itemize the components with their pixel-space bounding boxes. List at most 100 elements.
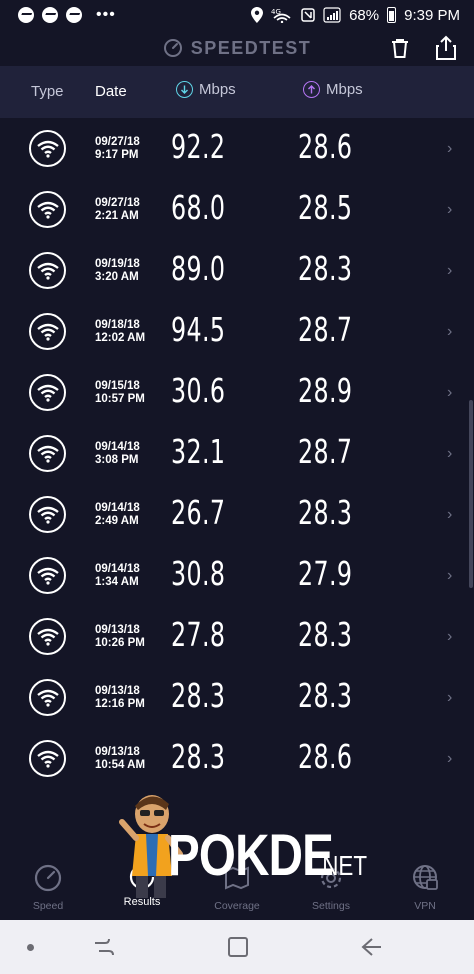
- back-arrow-icon[interactable]: [360, 935, 382, 959]
- upload-speed: 28.3: [298, 615, 353, 654]
- result-date: 09/15/18 10:57 PM: [95, 380, 145, 406]
- upload-speed: 28.3: [298, 249, 353, 288]
- nav-speed[interactable]: Speed: [1, 858, 95, 920]
- watermark-text: POKDE: [168, 823, 334, 888]
- download-speed: 89.0: [171, 249, 226, 288]
- result-date-day: 09/13/18: [95, 746, 140, 758]
- result-date-day: 09/19/18: [95, 258, 140, 270]
- chevron-right-icon: ›: [447, 201, 453, 218]
- signal-icon: [323, 7, 341, 23]
- battery-icon: [387, 7, 397, 23]
- result-row[interactable]: 09/27/18 2:21 AM 68.0 28.5 ›: [0, 179, 474, 240]
- download-speed: 28.3: [171, 737, 226, 776]
- share-button[interactable]: [434, 35, 458, 61]
- column-type[interactable]: Type: [31, 83, 64, 100]
- clock: 9:39 PM: [404, 6, 460, 24]
- chevron-right-icon: ›: [447, 384, 453, 401]
- download-speed: 26.7: [171, 493, 226, 532]
- download-speed: 92.2: [171, 127, 226, 166]
- download-speed: 30.6: [171, 371, 226, 410]
- wifi-icon: [29, 740, 66, 777]
- nfc-icon: [301, 8, 315, 22]
- wifi-icon: [29, 252, 66, 289]
- nav-vpn[interactable]: VPN: [378, 858, 472, 920]
- wifi-icon: [29, 191, 66, 228]
- result-date-time: 3:20 AM: [95, 271, 139, 283]
- result-date-time: 9:17 PM: [95, 149, 139, 161]
- upload-speed: 28.7: [298, 432, 353, 471]
- upload-speed: 28.7: [298, 310, 353, 349]
- app-title-text: SPEEDTEST: [190, 37, 312, 58]
- download-speed: 68.0: [171, 188, 226, 227]
- result-row[interactable]: 09/13/18 12:16 PM 28.3 28.3 ›: [0, 667, 474, 728]
- battery-percent: 68%: [349, 6, 380, 24]
- result-date-day: 09/14/18: [95, 502, 140, 514]
- assistant-dot-icon[interactable]: [27, 944, 34, 951]
- upload-speed: 28.3: [298, 493, 353, 532]
- upload-arrow-icon: [303, 81, 320, 98]
- result-row[interactable]: 09/14/18 2:49 AM 26.7 28.3 ›: [0, 484, 474, 545]
- speedometer-icon: [34, 864, 62, 892]
- delete-button[interactable]: [388, 36, 412, 60]
- wifi-4g-icon: 4G: [271, 8, 291, 23]
- result-date-day: 09/27/18: [95, 197, 140, 209]
- recent-apps-icon[interactable]: [93, 936, 115, 958]
- messenger-icon: [18, 7, 34, 23]
- result-row[interactable]: 09/27/18 9:17 PM 92.2 28.6 ›: [0, 118, 474, 179]
- result-row[interactable]: 09/14/18 1:34 AM 30.8 27.9 ›: [0, 545, 474, 606]
- result-row[interactable]: 09/14/18 3:08 PM 32.1 28.7 ›: [0, 423, 474, 484]
- upload-speed: 28.6: [298, 127, 353, 166]
- result-date-time: 12:02 AM: [95, 332, 146, 344]
- more-notifications-icon: •••: [96, 6, 116, 23]
- result-date-day: 09/13/18: [95, 685, 140, 697]
- home-button[interactable]: [228, 937, 248, 957]
- upload-speed: 28.6: [298, 737, 353, 776]
- result-date: 09/13/18 10:26 PM: [95, 624, 145, 650]
- status-right: 4G 68% 9:39 PM: [251, 7, 460, 24]
- messenger-icon: [42, 7, 58, 23]
- column-date[interactable]: Date: [95, 83, 127, 100]
- scrollbar-thumb[interactable]: [469, 400, 473, 588]
- download-unit-label: Mbps: [199, 81, 236, 98]
- result-date-day: 09/27/18: [95, 136, 140, 148]
- upload-speed: 28.3: [298, 676, 353, 715]
- column-upload[interactable]: Mbps: [303, 81, 363, 98]
- results-list[interactable]: 09/27/18 9:17 PM 92.2 28.6 › 09/27/18 2:…: [0, 118, 474, 858]
- result-date-day: 09/14/18: [95, 441, 140, 453]
- globe-icon: [413, 865, 438, 890]
- chevron-right-icon: ›: [447, 140, 453, 157]
- speedometer-icon: [163, 39, 182, 57]
- upload-unit-label: Mbps: [326, 81, 363, 98]
- result-date-day: 09/13/18: [95, 624, 140, 636]
- upload-speed: 28.9: [298, 371, 353, 410]
- watermark-logo: POKDE .NET: [116, 792, 367, 904]
- result-date: 09/14/18 2:49 AM: [95, 502, 140, 528]
- chevron-right-icon: ›: [447, 689, 453, 706]
- result-date-time: 10:26 PM: [95, 637, 145, 649]
- result-date-day: 09/15/18: [95, 380, 140, 392]
- result-row[interactable]: 09/15/18 10:57 PM 30.6 28.9 ›: [0, 362, 474, 423]
- result-row[interactable]: 09/13/18 10:26 PM 27.8 28.3 ›: [0, 606, 474, 667]
- result-row[interactable]: 09/19/18 3:20 AM 89.0 28.3 ›: [0, 240, 474, 301]
- result-date-time: 2:49 AM: [95, 515, 139, 527]
- chevron-right-icon: ›: [447, 628, 453, 645]
- messenger-icon: [66, 7, 82, 23]
- download-speed: 30.8: [171, 554, 226, 593]
- app-title: SPEEDTEST: [163, 38, 312, 59]
- chevron-right-icon: ›: [447, 445, 453, 462]
- result-date: 09/14/18 1:34 AM: [95, 563, 140, 589]
- result-date-day: 09/18/18: [95, 319, 140, 331]
- result-row[interactable]: 09/13/18 10:54 AM 28.3 28.6 ›: [0, 728, 474, 789]
- result-date: 09/14/18 3:08 PM: [95, 441, 140, 467]
- result-date-time: 10:57 PM: [95, 393, 145, 405]
- wifi-icon: [29, 496, 66, 533]
- column-download[interactable]: Mbps: [176, 81, 236, 98]
- status-bar: ••• 4G 68% 9:39 PM: [0, 0, 474, 30]
- download-speed: 28.3: [171, 676, 226, 715]
- result-date: 09/19/18 3:20 AM: [95, 258, 140, 284]
- result-row[interactable]: 09/18/18 12:02 AM 94.5 28.7 ›: [0, 301, 474, 362]
- result-date: 09/13/18 10:54 AM: [95, 746, 145, 772]
- title-bar: SPEEDTEST: [0, 30, 474, 66]
- download-speed: 27.8: [171, 615, 226, 654]
- result-date: 09/13/18 12:16 PM: [95, 685, 145, 711]
